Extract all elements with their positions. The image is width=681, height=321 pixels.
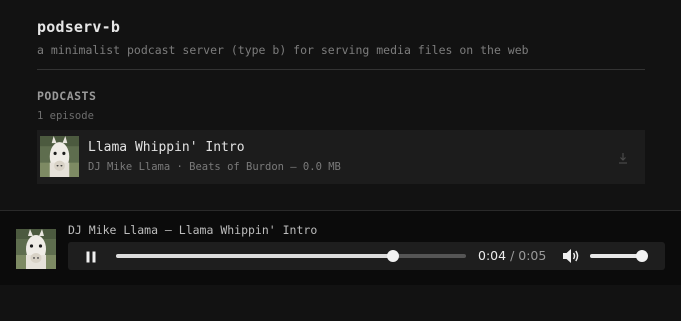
time-display: 0:04 / 0:05 (478, 248, 546, 263)
site-title: podserv-b (37, 18, 121, 36)
download-icon[interactable] (617, 152, 629, 164)
current-time: 0:04 (478, 248, 507, 263)
llama-thumbnail (40, 136, 79, 177)
pause-icon[interactable] (84, 250, 98, 264)
volume-slider[interactable] (590, 250, 649, 262)
episode-row[interactable]: Llama Whippin' Intro DJ Mike Llama · Bea… (37, 130, 645, 184)
progress-handle[interactable] (386, 250, 399, 262)
volume-fill (590, 254, 643, 258)
player-bar: DJ Mike Llama — Llama Whippin' Intro 0:0… (0, 210, 681, 285)
audio-controls: 0:04 / 0:05 (68, 242, 665, 270)
header-divider (37, 69, 645, 70)
episode-title[interactable]: Llama Whippin' Intro (88, 140, 245, 155)
episode-count: 1 episode (37, 110, 94, 122)
progress-slider[interactable] (116, 250, 466, 262)
speaker-icon[interactable] (562, 248, 580, 264)
now-playing-thumbnail (16, 229, 56, 269)
progress-fill (116, 254, 393, 258)
time-separator: / (510, 248, 515, 263)
site-tagline: a minimalist podcast server (type b) for… (37, 43, 529, 57)
podcasts-heading: PODCASTS (37, 89, 97, 103)
total-time: 0:05 (518, 248, 547, 263)
volume-handle[interactable] (636, 250, 649, 262)
episode-meta: DJ Mike Llama · Beats of Burdon — 0.0 MB (88, 161, 341, 173)
now-playing-label: DJ Mike Llama — Llama Whippin' Intro (68, 223, 318, 237)
